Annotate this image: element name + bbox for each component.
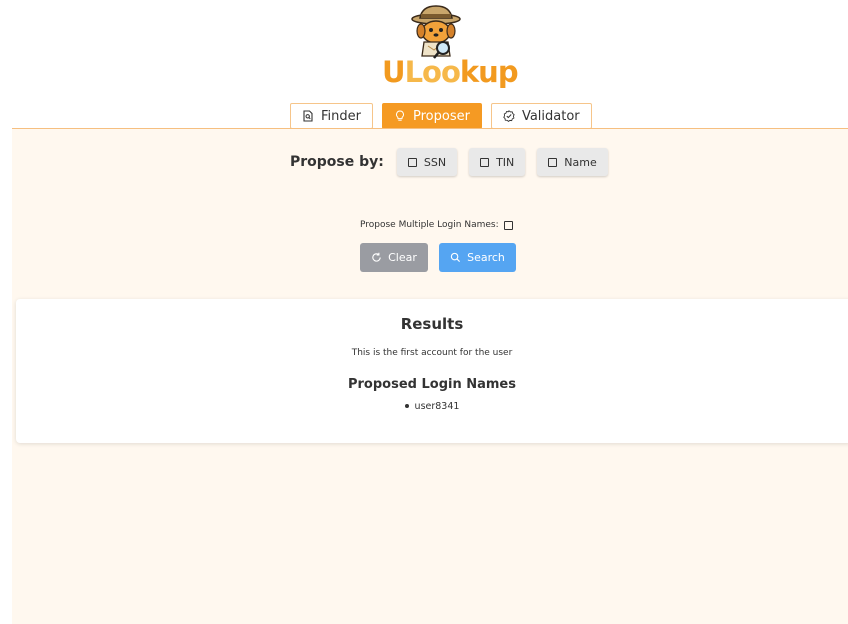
checkbox-icon	[480, 157, 490, 167]
ssn-label: SSN	[423, 155, 447, 169]
search-button[interactable]: Search	[439, 243, 516, 272]
mode-tabs: Finder Proposer Validator	[290, 103, 592, 129]
bullet-icon	[404, 404, 409, 408]
results-card: Results This is the first account for th…	[16, 299, 848, 443]
propose-by-label: Propose by:	[290, 154, 384, 170]
tab-validator[interactable]: Validator	[490, 103, 592, 129]
results-message: This is the first account for the user	[351, 348, 513, 358]
multiple-names-checkbox[interactable]	[503, 220, 513, 230]
list-item: user8341	[404, 400, 460, 412]
search-file-icon	[303, 110, 313, 122]
action-buttons: Clear Search	[360, 243, 516, 272]
logo-letter-u: U	[382, 55, 406, 89]
multiple-names-row: Propose Multiple Login Names:	[360, 220, 513, 230]
propose-by-name-toggle[interactable]: Name	[537, 148, 608, 176]
checkbox-icon	[548, 157, 558, 167]
lightbulb-icon	[396, 110, 404, 121]
logo-letters-kup: kup	[459, 55, 519, 89]
name-label: Name	[564, 155, 597, 169]
tab-finder[interactable]: Finder	[290, 103, 373, 129]
propose-by-row: Propose by: SSN TIN Name	[290, 148, 608, 176]
propose-by-tin-toggle[interactable]: TIN	[469, 148, 526, 176]
check-badge-icon	[503, 110, 515, 122]
proposer-panel: Propose by: SSN TIN Name Propose Multipl…	[12, 128, 848, 624]
app-header: ULookup Finder Proposer Validator	[0, 0, 848, 130]
propose-by-ssn-toggle[interactable]: SSN	[396, 148, 458, 176]
tin-label: TIN	[496, 155, 515, 169]
checkbox-icon	[407, 157, 417, 167]
tab-proposer-label: Proposer	[412, 108, 470, 124]
proposed-login-name: user8341	[414, 400, 460, 412]
clear-button[interactable]: Clear	[360, 243, 428, 272]
search-icon	[450, 252, 461, 263]
tab-proposer[interactable]: Proposer	[381, 103, 482, 129]
proposed-names-list: user8341	[16, 400, 848, 412]
tab-finder-label: Finder	[321, 108, 361, 124]
search-button-label: Search	[467, 251, 505, 264]
tab-validator-label: Validator	[521, 108, 580, 124]
refresh-icon	[372, 252, 381, 262]
clear-button-label: Clear	[388, 251, 417, 264]
logo-letters-loo: Loo	[404, 55, 461, 89]
multiple-names-label: Propose Multiple Login Names:	[360, 220, 499, 230]
app-logo-text: ULookup	[382, 52, 519, 92]
results-title: Results	[400, 315, 464, 333]
proposed-login-names-title: Proposed Login Names	[347, 377, 516, 392]
